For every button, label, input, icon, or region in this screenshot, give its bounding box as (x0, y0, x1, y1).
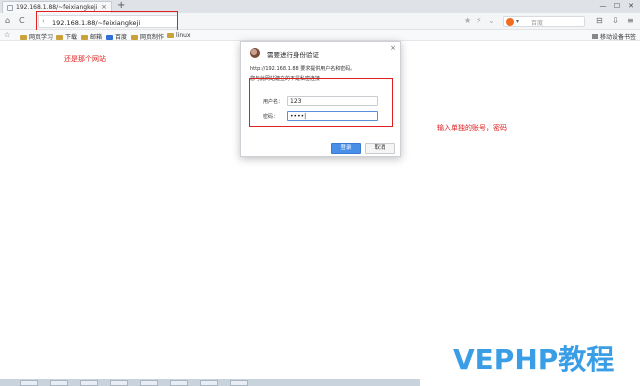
fields-annotation-text: 输入单独的账号，密码 (437, 124, 507, 132)
taskbar-item[interactable] (230, 380, 248, 386)
taskbar-item[interactable] (110, 380, 128, 386)
refresh-icon[interactable]: C (19, 16, 25, 26)
minimize-button[interactable]: — (596, 0, 610, 12)
search-box[interactable]: ▾ 百度 (503, 16, 585, 27)
bookmark-item[interactable]: 网页制作 (131, 32, 164, 41)
window-close-button[interactable]: ✕ (624, 0, 638, 12)
mobile-bookmarks[interactable]: 移动设备书签 (591, 32, 636, 41)
bookmark-item[interactable]: linux (167, 32, 191, 39)
page-icon (7, 5, 13, 11)
download-icon[interactable]: ⇩ (612, 16, 619, 26)
menu-icon[interactable]: ≡ (627, 16, 634, 26)
folder-icon (20, 34, 27, 40)
cancel-button[interactable]: 取消 (365, 143, 395, 154)
bookmark-item[interactable]: 下载 (56, 32, 77, 41)
bookmark-item[interactable]: 百度 (106, 32, 127, 41)
folder-icon (81, 34, 88, 40)
bookmark-item[interactable]: 网页学习 (20, 32, 53, 41)
bookmark-star-icon[interactable]: ☆ (4, 30, 10, 40)
baidu-icon (106, 34, 113, 40)
taskbar (0, 379, 420, 386)
home-icon[interactable]: ⌂ (5, 16, 10, 26)
tab-title: 192.168.1.88/~feixiangkeji (16, 4, 98, 11)
chevron-down-icon[interactable]: ⌄ (488, 16, 495, 26)
close-icon[interactable]: × (390, 44, 396, 52)
browser-logo-icon (250, 48, 260, 58)
folder-icon (167, 32, 174, 38)
taskbar-item[interactable] (20, 380, 38, 386)
folder-icon (56, 34, 63, 40)
dialog-message: http://192.168.1.88 要求提供用户名和密码。 (250, 66, 356, 72)
watermark-logo: VEPHP教程 (453, 343, 615, 376)
cart-icon[interactable]: ⊟ (596, 16, 603, 26)
chevron-down-icon[interactable]: ▾ (516, 17, 519, 27)
taskbar-item[interactable] (50, 380, 68, 386)
taskbar-item[interactable] (200, 380, 218, 386)
tab-close-icon[interactable]: × (101, 3, 107, 11)
dialog-title: 需要进行身份验证 (267, 51, 319, 59)
mobile-icon (591, 34, 598, 39)
taskbar-item[interactable] (170, 380, 188, 386)
star-icon[interactable]: ★ (464, 16, 471, 26)
bookmark-item[interactable]: 邮箱 (81, 32, 102, 41)
bookmarks-bar: ☆ 网页学习 下载 邮箱 百度 网页制作 linux 移动设备书签 (0, 30, 640, 41)
fields-annotation-box (249, 78, 393, 127)
search-placeholder: 百度 (531, 20, 544, 27)
folder-icon (131, 34, 138, 40)
lightning-icon[interactable]: ⚡ (476, 16, 482, 26)
search-engine-icon[interactable] (506, 18, 514, 26)
taskbar-item[interactable] (80, 380, 98, 386)
login-button[interactable]: 登录 (331, 143, 361, 154)
maximize-button[interactable]: ☐ (610, 0, 624, 12)
taskbar-item[interactable] (140, 380, 158, 386)
url-annotation-text: 还是那个网站 (64, 55, 106, 63)
